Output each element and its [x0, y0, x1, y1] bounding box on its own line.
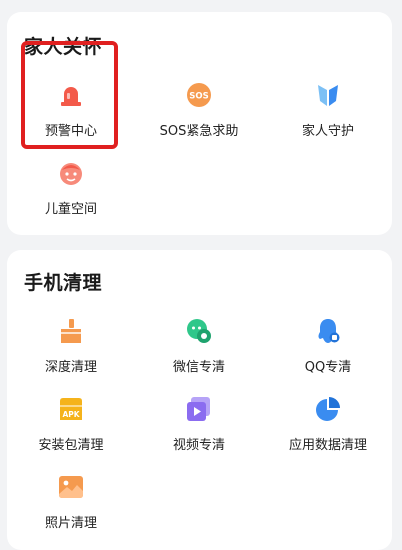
deep-clean-item[interactable]: 深度清理 [7, 318, 135, 390]
phone-cleanup-title: 手机清理 [24, 272, 103, 294]
video-clean-label: 视频专清 [172, 438, 225, 453]
sos-icon: SOS [187, 83, 211, 107]
family-care-card: 家人关怀 预警中心 SOS SOS紧急求助 家人守护 儿童空间 [7, 12, 392, 235]
qq-clean-item[interactable]: QQ专清 [264, 318, 392, 390]
pie-chart-icon [316, 397, 340, 421]
apk-clean-label: 安装包清理 [38, 438, 104, 453]
apk-clean-item[interactable]: APK 安装包清理 [7, 396, 135, 468]
photo-clean-item[interactable]: 照片清理 [7, 474, 135, 546]
child-face-icon [60, 163, 82, 185]
qq-icon [318, 319, 340, 343]
shield-icon [318, 85, 338, 106]
apk-icon-text: APK [62, 410, 80, 419]
family-care-title: 家人关怀 [24, 36, 103, 58]
video-icon [187, 397, 210, 421]
broom-icon [61, 319, 81, 343]
warning-center-item[interactable]: 预警中心 [7, 82, 135, 154]
deep-clean-label: 深度清理 [44, 360, 97, 375]
video-clean-item[interactable]: 视频专清 [135, 396, 263, 468]
wechat-clean-item[interactable]: 微信专清 [135, 318, 263, 390]
family-guard-label: 家人守护 [301, 124, 354, 139]
app-data-clean-label: 应用数据清理 [288, 438, 367, 453]
kids-space-label: 儿童空间 [44, 202, 97, 217]
qq-clean-label: QQ专清 [304, 360, 352, 375]
phone-cleanup-card: 手机清理 深度清理 微信专清 QQ专清 APK 安装包清理 视频专清 应用数据清… [7, 250, 392, 550]
apk-icon: APK [60, 398, 82, 420]
wechat-clean-label: 微信专清 [172, 360, 225, 375]
alarm-light-icon [61, 87, 81, 106]
family-guard-item[interactable]: 家人守护 [264, 82, 392, 154]
sos-icon-text: SOS [189, 92, 208, 102]
sos-help-label: SOS紧急求助 [159, 124, 239, 139]
warning-center-label: 预警中心 [44, 124, 97, 139]
sos-help-item[interactable]: SOS SOS紧急求助 [135, 82, 263, 154]
app-data-clean-item[interactable]: 应用数据清理 [264, 396, 392, 468]
kids-space-item[interactable]: 儿童空间 [7, 160, 135, 232]
wechat-icon [187, 319, 211, 343]
photo-icon [59, 476, 83, 498]
photo-clean-label: 照片清理 [44, 516, 97, 531]
